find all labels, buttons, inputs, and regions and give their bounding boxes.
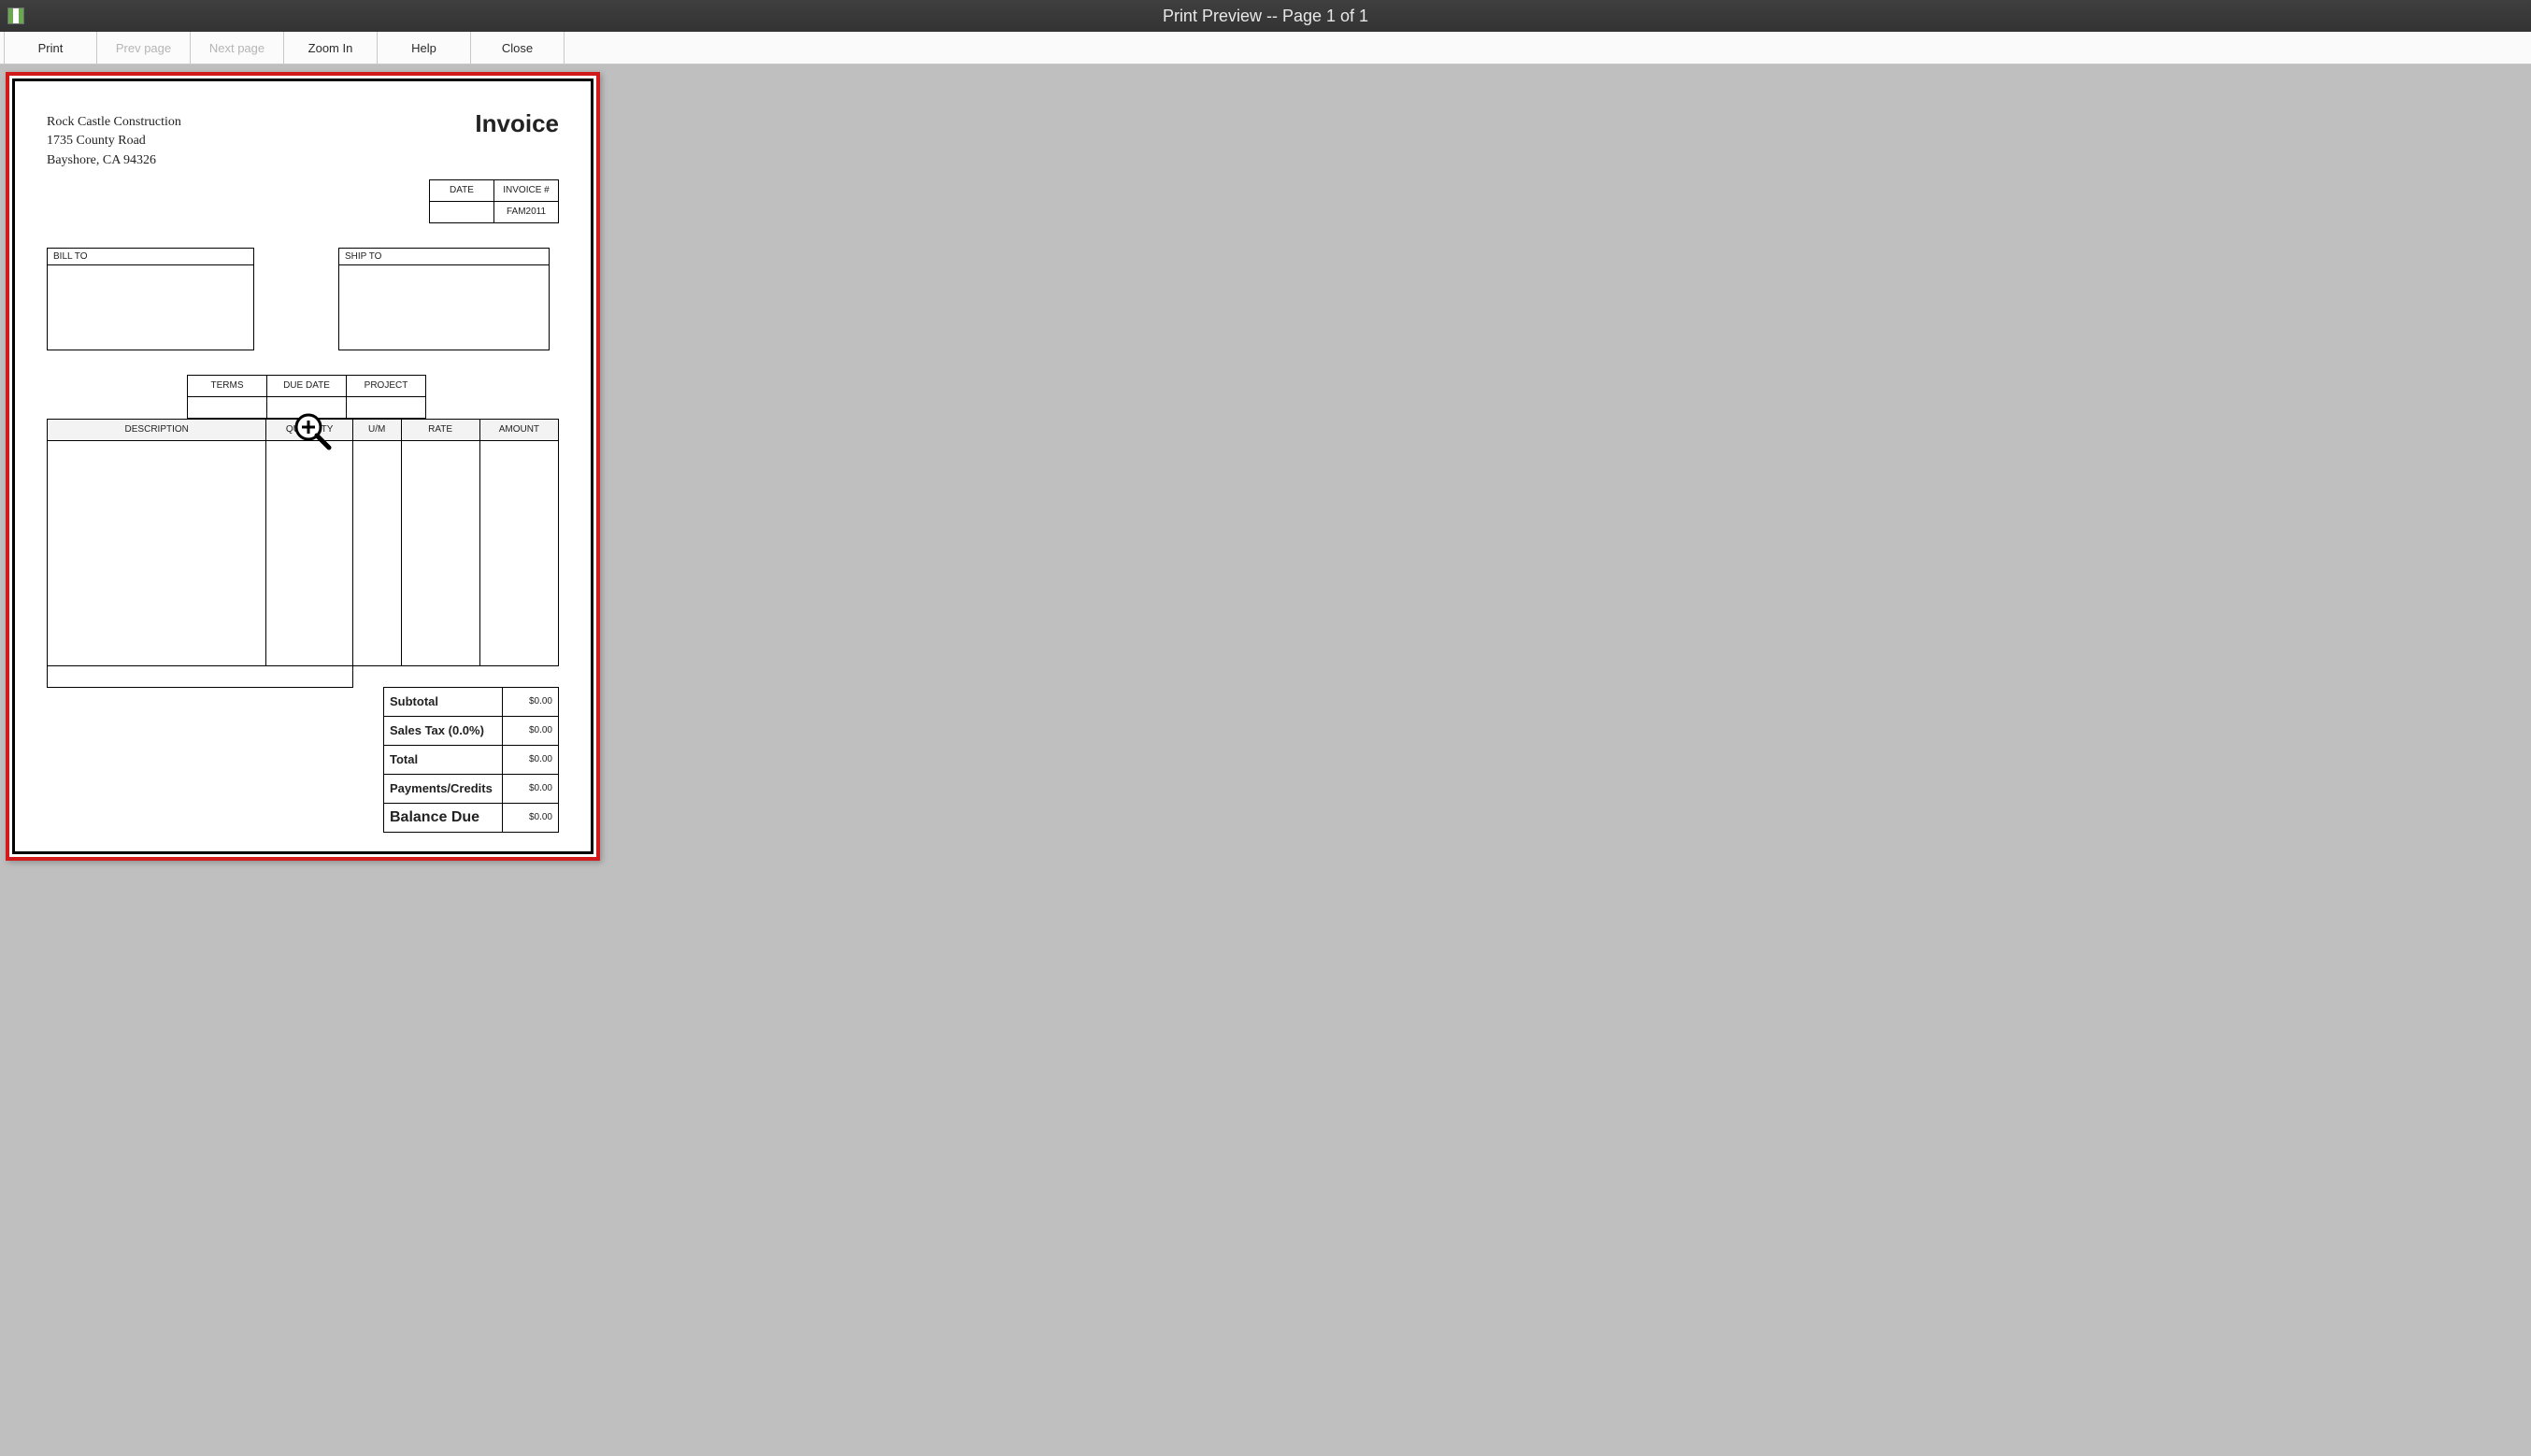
col-description: DESCRIPTION [48,419,266,440]
totals-table: Subtotal $0.00 Sales Tax (0.0%) $0.00 To… [383,687,559,833]
sales-tax-value: $0.00 [502,716,558,745]
next-page-button: Next page [191,32,284,64]
close-button[interactable]: Close [471,32,565,64]
col-um: U/M [352,419,401,440]
window-title: Print Preview -- Page 1 of 1 [0,7,2531,26]
project-header: PROJECT [347,375,426,396]
company-addr1: 1735 County Road [47,132,181,150]
company-block: Rock Castle Construction 1735 County Roa… [47,113,181,170]
invoice-no-value: FAM2011 [494,201,559,222]
terms-header: TERMS [188,375,267,396]
terms-table: TERMS DUE DATE PROJECT [187,375,426,419]
terms-value [188,396,267,418]
print-button[interactable]: Print [4,32,97,64]
total-label: Total [384,745,503,774]
project-value [347,396,426,418]
company-name: Rock Castle Construction [47,113,181,132]
invoice-meta-table: DATE INVOICE # FAM2011 [429,179,559,223]
balance-due-label: Balance Due [384,803,503,832]
page-selection-highlight: Rock Castle Construction 1735 County Roa… [6,72,600,861]
table-row [48,440,559,665]
line-items-table: DESCRIPTION QUANTITY U/M RATE AMOUNT [47,419,559,688]
payments-credits-value: $0.00 [502,774,558,803]
app-icon [7,7,24,24]
bill-to-box: BILL TO [47,248,254,350]
ship-to-box: SHIP TO [338,248,550,350]
ship-to-label: SHIP TO [339,249,549,265]
company-addr2: Bayshore, CA 94326 [47,151,181,170]
document-title: Invoice [475,109,559,138]
total-value: $0.00 [502,745,558,774]
titlebar: Print Preview -- Page 1 of 1 [0,0,2531,32]
prev-page-button: Prev page [97,32,191,64]
preview-workspace[interactable]: Rock Castle Construction 1735 County Roa… [0,64,2531,1456]
invoice-no-header: INVOICE # [494,179,559,201]
sales-tax-label: Sales Tax (0.0%) [384,716,503,745]
zoom-in-button[interactable]: Zoom In [284,32,378,64]
col-quantity: QUANTITY [266,419,352,440]
payments-credits-label: Payments/Credits [384,774,503,803]
col-rate: RATE [401,419,479,440]
toolbar: Print Prev page Next page Zoom In Help C… [0,32,2531,64]
table-footer-row [48,665,559,687]
balance-due-value: $0.00 [502,803,558,832]
invoice-page[interactable]: Rock Castle Construction 1735 County Roa… [12,79,593,854]
subtotal-value: $0.00 [502,687,558,716]
due-date-header: DUE DATE [267,375,347,396]
date-value [430,201,494,222]
subtotal-label: Subtotal [384,687,503,716]
date-header: DATE [430,179,494,201]
help-button[interactable]: Help [378,32,471,64]
bill-to-label: BILL TO [48,249,253,265]
col-amount: AMOUNT [479,419,558,440]
due-date-value [267,396,347,418]
